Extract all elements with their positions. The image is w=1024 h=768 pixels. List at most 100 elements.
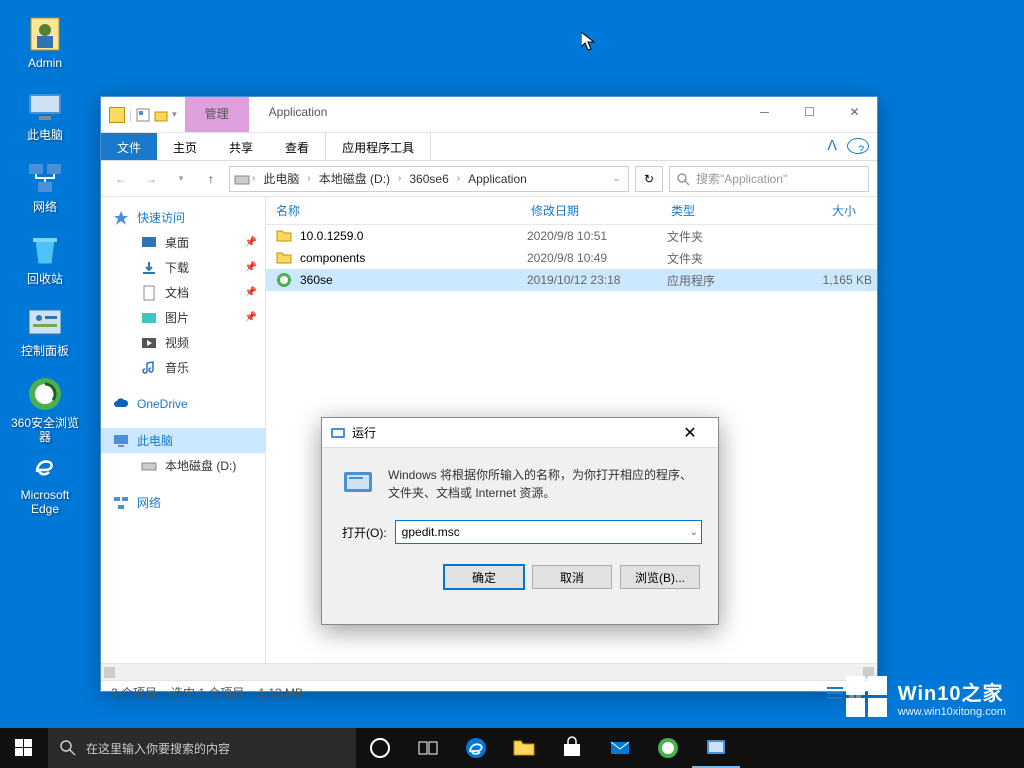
nav-this-pc[interactable]: 此电脑 xyxy=(101,428,265,453)
folder-icon xyxy=(276,250,292,266)
nav-pictures[interactable]: 图片📌 xyxy=(101,305,265,330)
taskbar-store[interactable] xyxy=(548,728,596,768)
desktop-icon-360-browser[interactable]: 360安全浏览器 xyxy=(8,368,82,440)
nav-onedrive[interactable]: OneDrive xyxy=(101,392,265,416)
column-size[interactable]: 大小 xyxy=(781,202,866,219)
column-date[interactable]: 修改日期 xyxy=(521,202,661,219)
title-bar[interactable]: | ▾ 管理 Application ─ ☐ ✕ xyxy=(101,97,877,133)
dropdown-icon[interactable]: ⌄ xyxy=(690,527,698,538)
refresh-button[interactable]: ↻ xyxy=(635,166,663,192)
nav-quick-access[interactable]: 快速访问 xyxy=(101,205,265,230)
cancel-button[interactable]: 取消 xyxy=(532,565,612,589)
chevron-right-icon[interactable]: › xyxy=(455,173,462,184)
desktop-icons: Admin 此电脑 网络 回收站 控制面板 360安全浏览器 Microsoft… xyxy=(8,8,82,512)
nav-downloads[interactable]: 下载📌 xyxy=(101,255,265,280)
qat-sep: | xyxy=(129,108,132,122)
taskbar-edge[interactable] xyxy=(452,728,500,768)
pin-icon: 📌 xyxy=(245,262,257,273)
pin-icon: 📌 xyxy=(245,287,257,298)
file-row[interactable]: 360se 2019/10/12 23:18 应用程序 1,165 KB xyxy=(266,269,877,291)
file-row[interactable]: components 2020/9/8 10:49 文件夹 xyxy=(266,247,877,269)
chevron-right-icon[interactable]: › xyxy=(396,173,403,184)
taskbar-task-view[interactable] xyxy=(404,728,452,768)
pc-icon xyxy=(113,433,129,449)
close-button[interactable]: ✕ xyxy=(832,97,877,127)
nav-local-disk[interactable]: 本地磁盘 (D:) xyxy=(101,453,265,478)
nav-videos[interactable]: 视频 xyxy=(101,330,265,355)
ribbon-tab-view[interactable]: 查看 xyxy=(269,133,325,160)
forward-button[interactable]: → xyxy=(139,167,163,191)
ribbon-tabs: 文件 主页 共享 查看 应用程序工具 ᐱ ? xyxy=(101,133,877,161)
ribbon-tab-app-tools[interactable]: 应用程序工具 xyxy=(325,133,431,160)
breadcrumb[interactable]: 此电脑 xyxy=(257,170,305,187)
desktop-icon-label: Admin xyxy=(8,56,82,70)
desktop-icon-control-panel[interactable]: 控制面板 xyxy=(8,296,82,368)
recent-dropdown-icon[interactable]: ▾ xyxy=(169,167,193,191)
column-type[interactable]: 类型 xyxy=(661,202,781,219)
window-title: Application xyxy=(249,97,348,132)
desktop-icon-recycle-bin[interactable]: 回收站 xyxy=(8,224,82,296)
nav-documents[interactable]: 文档📌 xyxy=(101,280,265,305)
ok-button[interactable]: 确定 xyxy=(444,565,524,589)
nav-music[interactable]: 音乐 xyxy=(101,355,265,380)
search-icon xyxy=(60,740,76,756)
status-selected: 选中 1 个项目 xyxy=(171,684,244,701)
start-button[interactable] xyxy=(0,728,48,768)
help-icon[interactable]: ? xyxy=(847,138,869,154)
pin-icon: 📌 xyxy=(245,312,257,323)
status-bar: 3 个项目 选中 1 个项目 1.13 MB xyxy=(101,680,877,704)
quick-access-toolbar: | ▾ xyxy=(101,97,185,132)
mail-icon xyxy=(608,736,632,760)
cursor-icon xyxy=(581,32,597,52)
desktop-icon-label: 控制面板 xyxy=(8,344,82,358)
address-dropdown-icon[interactable]: ⌄ xyxy=(608,173,624,184)
up-button[interactable]: ↑ xyxy=(199,167,223,191)
file-row[interactable]: 10.0.1259.0 2020/9/8 10:51 文件夹 xyxy=(266,225,877,247)
close-button[interactable]: ✕ xyxy=(670,423,710,443)
run-title-bar[interactable]: 运行 ✕ xyxy=(322,418,718,448)
drive-icon xyxy=(234,171,250,187)
pin-icon: 📌 xyxy=(245,237,257,248)
properties-icon[interactable] xyxy=(136,108,150,122)
taskbar-mail[interactable] xyxy=(596,728,644,768)
taskbar-cortana[interactable] xyxy=(356,728,404,768)
chevron-right-icon[interactable]: › xyxy=(250,173,257,184)
ribbon-context-manage[interactable]: 管理 xyxy=(185,97,249,132)
taskbar-explorer[interactable] xyxy=(500,728,548,768)
ribbon-collapse-icon[interactable]: ᐱ xyxy=(817,133,847,160)
browse-button[interactable]: 浏览(B)... xyxy=(620,565,700,589)
ribbon-tab-file[interactable]: 文件 xyxy=(101,133,157,160)
new-folder-icon[interactable] xyxy=(154,108,168,122)
details-view-icon[interactable] xyxy=(825,685,845,701)
nav-network[interactable]: 网络 xyxy=(101,490,265,515)
horizontal-scrollbar[interactable] xyxy=(101,663,877,680)
desktop-icon-edge[interactable]: Microsoft Edge xyxy=(8,440,82,512)
taskbar-run[interactable] xyxy=(692,728,740,768)
taskbar-search[interactable]: 在这里输入你要搜索的内容 xyxy=(48,728,356,768)
nav-desktop[interactable]: 桌面📌 xyxy=(101,230,265,255)
back-button[interactable]: ← xyxy=(109,167,133,191)
breadcrumb[interactable]: 本地磁盘 (D:) xyxy=(313,170,396,187)
breadcrumb[interactable]: Application xyxy=(462,172,533,186)
address-bar[interactable]: › 此电脑 › 本地磁盘 (D:) › 360se6 › Application… xyxy=(229,166,629,192)
qat-dropdown-icon[interactable]: ▾ xyxy=(172,109,177,120)
watermark-url: www.win10xitong.com xyxy=(898,706,1006,718)
ribbon-tab-home[interactable]: 主页 xyxy=(157,133,213,160)
windows-logo-icon xyxy=(846,676,888,718)
run-input[interactable] xyxy=(395,520,702,544)
star-icon xyxy=(113,210,129,226)
taskbar-360[interactable] xyxy=(644,728,692,768)
column-name[interactable]: 名称 xyxy=(266,202,521,219)
downloads-icon xyxy=(141,260,157,276)
videos-icon xyxy=(141,335,157,351)
ribbon-tab-share[interactable]: 共享 xyxy=(213,133,269,160)
search-input[interactable]: 搜索"Application" xyxy=(669,166,869,192)
breadcrumb[interactable]: 360se6 xyxy=(403,172,454,186)
desktop-icon-network[interactable]: 网络 xyxy=(8,152,82,224)
chevron-right-icon[interactable]: › xyxy=(305,173,312,184)
windows-logo-icon xyxy=(15,739,33,757)
desktop-icon-admin[interactable]: Admin xyxy=(8,8,82,80)
minimize-button[interactable]: ─ xyxy=(742,97,787,127)
desktop-icon-this-pc[interactable]: 此电脑 xyxy=(8,80,82,152)
maximize-button[interactable]: ☐ xyxy=(787,97,832,127)
